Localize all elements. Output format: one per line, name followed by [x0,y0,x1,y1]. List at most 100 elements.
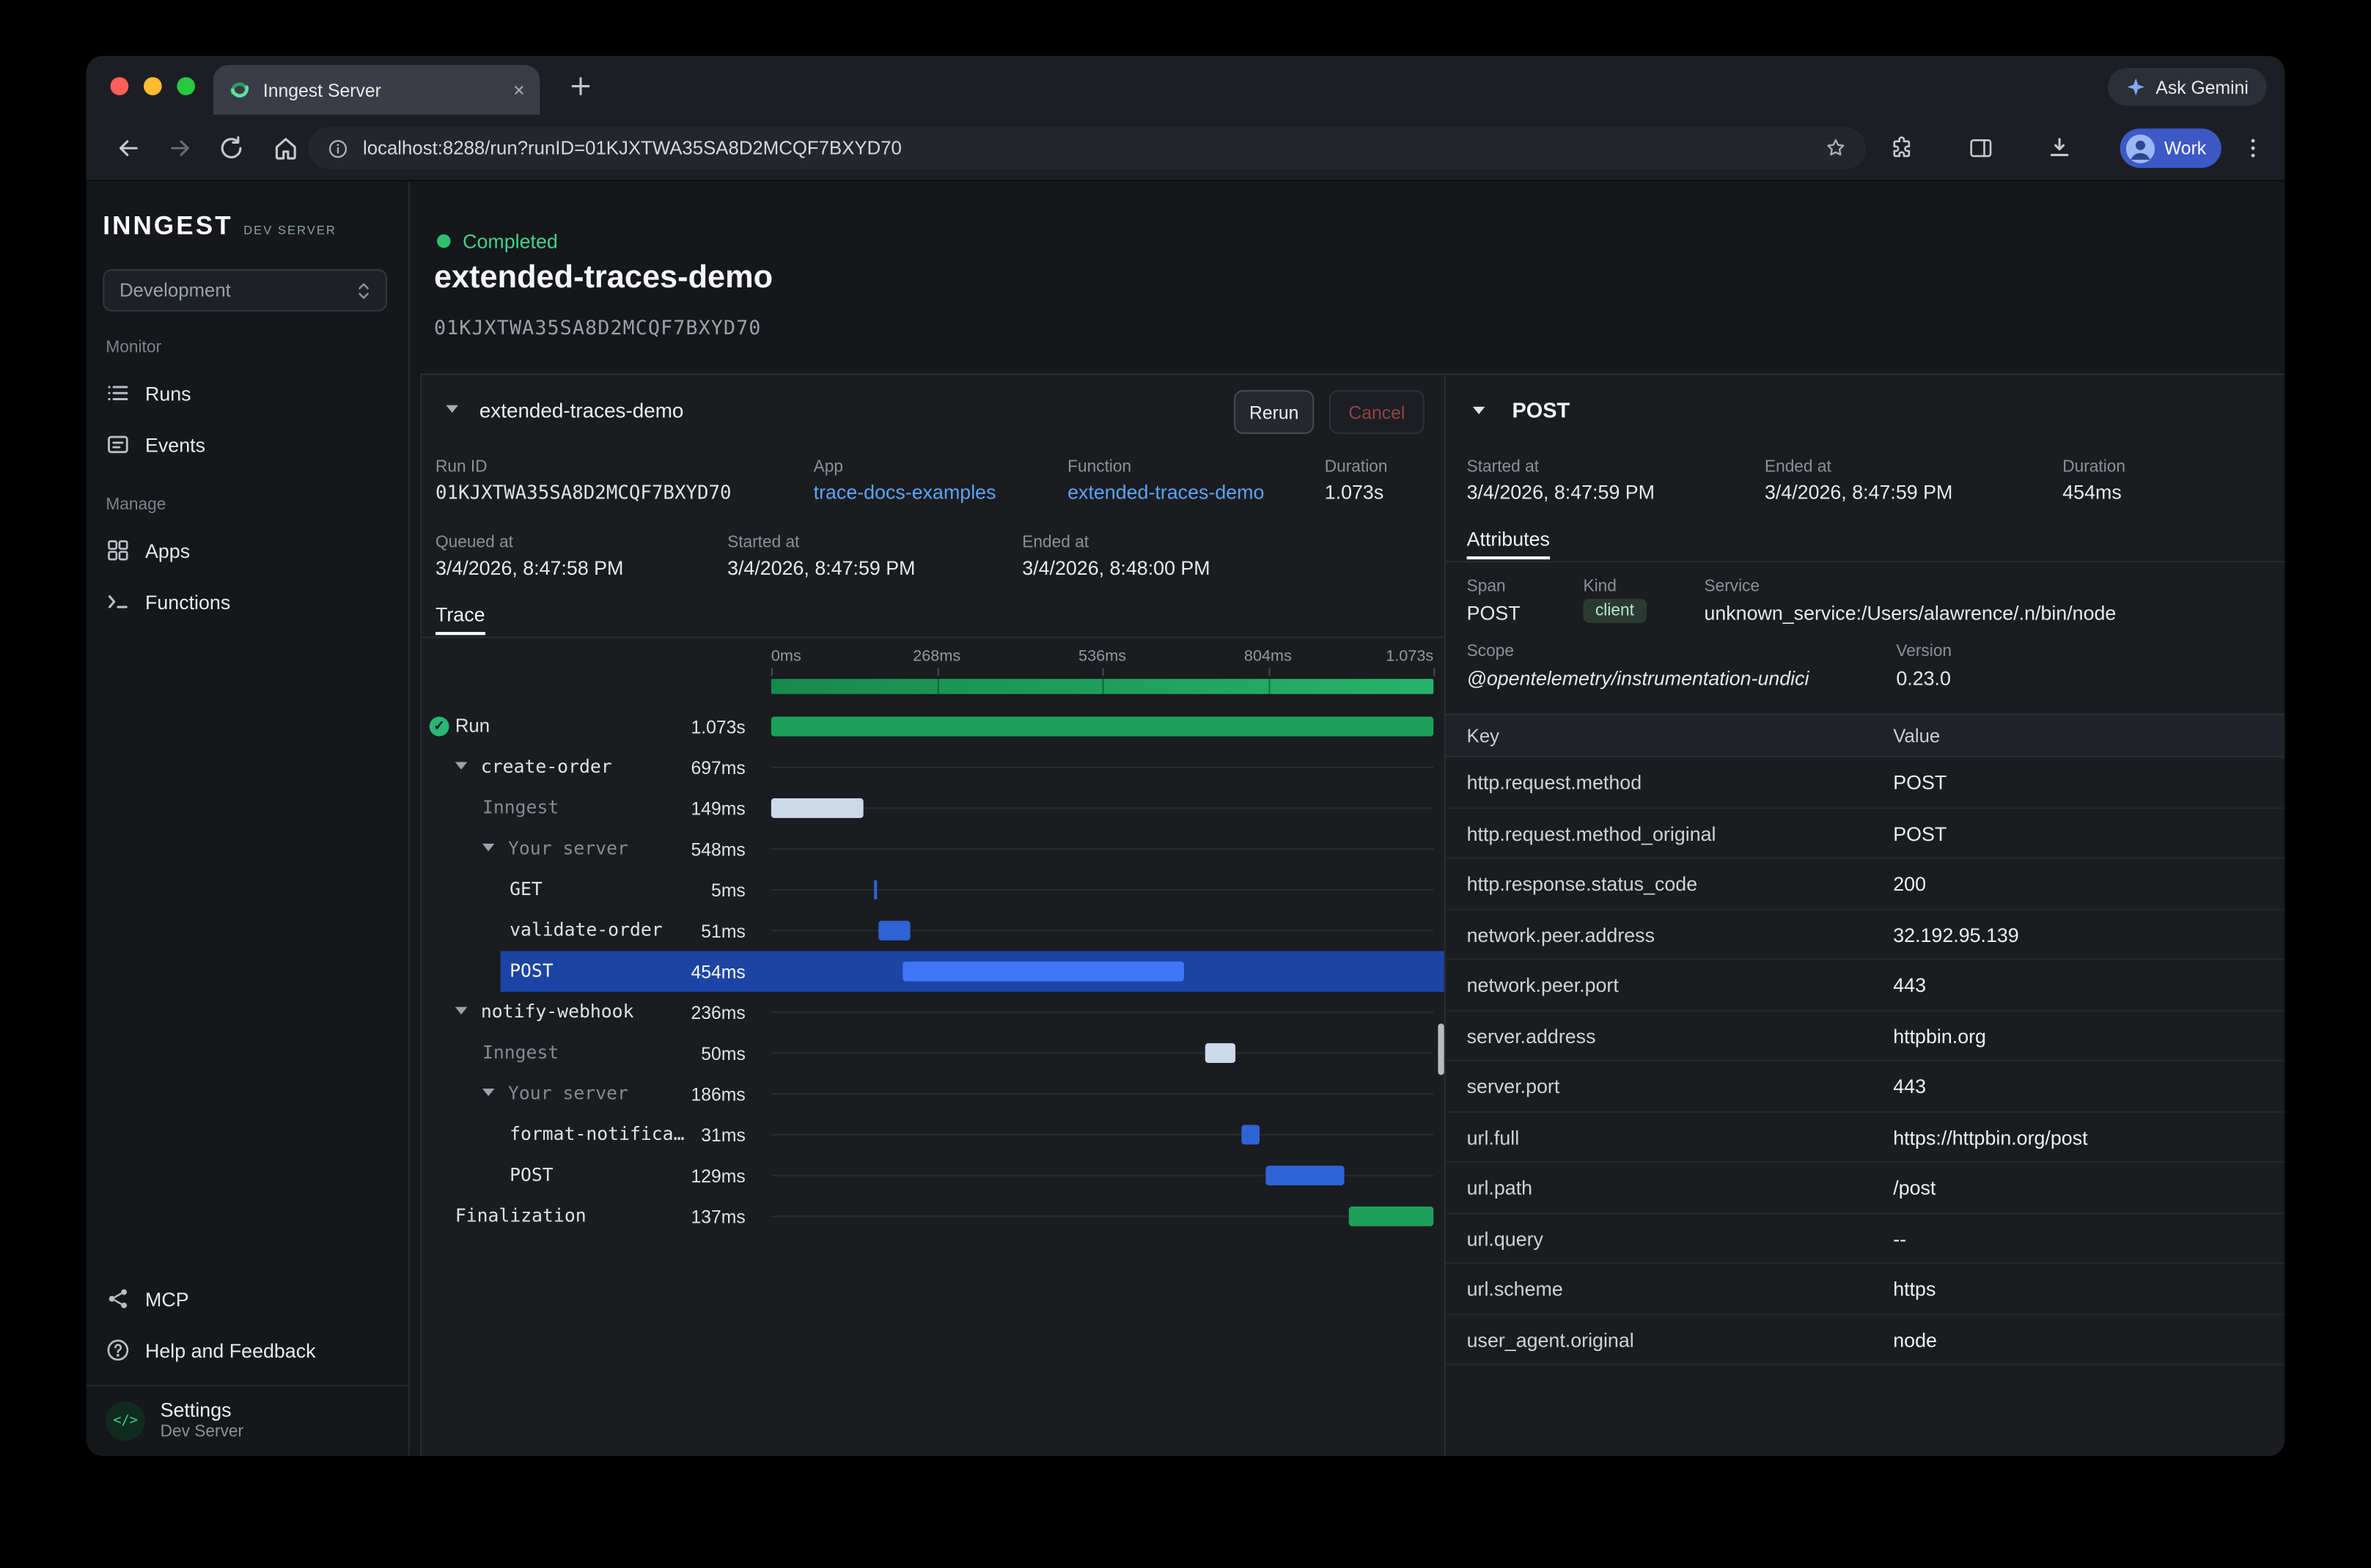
scrollbar-thumb[interactable] [1438,1023,1444,1075]
forward-button[interactable] [166,135,194,162]
key-header: Key [1467,726,1499,747]
home-button[interactable] [272,135,299,162]
new-tab-button[interactable] [567,73,594,100]
desktop: Inngest Server × Ask Gemini [0,0,2371,1568]
zoom-window-button[interactable] [177,77,195,95]
attribute-row: url.schemehttps [1446,1264,2285,1314]
mcp-icon [106,1287,130,1311]
tab-close-icon[interactable]: × [513,80,525,100]
sidebar-item-mcp[interactable]: MCP [92,1278,402,1320]
trace-span-bar[interactable] [903,962,1183,982]
back-button[interactable] [115,135,142,162]
runs-icon [106,381,130,405]
bookmark-star-icon[interactable] [1823,136,1848,161]
attribute-value: 443 [1893,973,1926,996]
queued-at-label: Queued at [435,534,513,552]
site-info-icon[interactable] [327,137,350,160]
chevron-down-icon[interactable] [455,1007,468,1015]
trace-span-bar[interactable] [771,717,1433,737]
close-window-button[interactable] [111,77,129,95]
started-at-label: Started at [727,534,799,552]
trace-span-bar[interactable] [771,798,863,818]
attribute-value: httpbin.org [1893,1024,1986,1047]
trace-row-post[interactable]: POST454ms [422,951,1444,992]
trace-row-notify-webhook[interactable]: notify-webhook236ms [422,992,1444,1033]
trace-row-post[interactable]: POST129ms [422,1155,1444,1196]
attribute-key: network.peer.port [1467,973,1619,996]
sidebar-item-help-and-feedback[interactable]: Help and Feedback [92,1329,402,1372]
span-started-label: Started at [1467,458,1539,476]
cancel-button[interactable]: Cancel [1329,390,1425,434]
timeline-tick-label: 1.073s [1386,647,1433,666]
kind-label: Kind [1583,578,1616,596]
trace-span-bar[interactable] [1241,1125,1260,1145]
side-panel-icon[interactable] [1967,135,1994,162]
sidebar-item-label: Runs [145,382,191,405]
ended-at-value: 3/4/2026, 8:48:00 PM [1022,556,1210,579]
span-duration: 149ms [625,798,746,820]
chevron-down-icon[interactable] [482,1089,495,1096]
browser-menu-icon[interactable] [2240,135,2267,162]
browser-tab[interactable]: Inngest Server × [213,65,540,115]
trace-row-inngest[interactable]: Inngest149ms [422,788,1444,829]
profile-button[interactable]: Work [2120,128,2221,168]
app-link[interactable]: trace-docs-examples [814,481,996,504]
rerun-button[interactable]: Rerun [1234,390,1314,434]
trace-row-your-server[interactable]: Your server548ms [422,828,1444,869]
environment-select[interactable]: Development [103,269,387,312]
minimize-window-button[interactable] [144,77,162,95]
trace-span-bar[interactable] [1349,1207,1433,1226]
dev-server-badge: DEV SERVER [243,224,337,238]
trace-row-create-order[interactable]: create-order697ms [422,747,1444,788]
function-link[interactable]: extended-traces-demo [1067,481,1264,504]
trace-span-bar[interactable] [878,921,910,941]
span-name: notify-webhook [481,1001,634,1022]
url-text: localhost:8288/run?runID=01KJXTWA35SA8D2… [363,138,1810,159]
trace-span-bar[interactable] [1205,1043,1235,1063]
trace-row-validate-order[interactable]: validate-order51ms [422,910,1444,952]
trace-row-finalization[interactable]: Finalization137ms [422,1196,1444,1237]
attribute-row: http.request.methodPOST [1446,757,2285,808]
sidebar-item-runs[interactable]: Runs [92,372,402,414]
span-label: Span [1467,578,1506,596]
span-duration: 236ms [625,1002,746,1023]
attributes-table-body: http.request.methodPOSThttp.request.meth… [1446,757,2285,1365]
trace-span-bar[interactable] [874,880,877,899]
attribute-key: url.path [1467,1177,1532,1199]
reload-button[interactable] [218,135,245,162]
trace-row-format-notifica[interactable]: format-notifica…31ms [422,1114,1444,1155]
trace-span-bar[interactable] [1265,1166,1345,1185]
tab-trace[interactable]: Trace [435,603,485,635]
trace-rows: ✓Run1.073screate-order697msInngest149msY… [422,706,1444,1237]
trace-row-run[interactable]: ✓Run1.073s [422,706,1444,747]
sidebar-item-functions[interactable]: Functions [92,581,402,623]
duration-label: Duration [1325,458,1388,476]
downloads-icon[interactable] [2046,135,2073,162]
tab-attributes[interactable]: Attributes [1467,528,1550,559]
span-ended-label: Ended at [1765,458,1831,476]
trace-row-get[interactable]: GET5ms [422,869,1444,910]
span-name: POST [510,960,554,982]
attribute-row: server.port443 [1446,1061,2285,1112]
chevron-down-icon[interactable] [482,844,495,851]
collapse-details-icon[interactable] [1473,407,1485,414]
value-header: Value [1893,726,1940,747]
ended-at-label: Ended at [1022,534,1089,552]
gemini-sparkle-icon [2125,77,2145,97]
timeline-tick-mark [771,669,773,676]
collapse-trace-icon[interactable] [446,405,458,413]
chevron-down-icon[interactable] [455,762,468,770]
ask-gemini-button[interactable]: Ask Gemini [2107,68,2266,106]
trace-row-inngest[interactable]: Inngest50ms [422,1033,1444,1074]
events-icon [106,433,130,457]
extensions-icon[interactable] [1889,135,1916,162]
attribute-key: server.address [1467,1024,1596,1047]
run-id-label: Run ID [435,458,488,476]
sidebar-settings[interactable]: </> Settings Dev Server [87,1385,408,1456]
sidebar-footer: MCP Help and Feedback [92,1278,402,1380]
address-bar[interactable]: localhost:8288/run?runID=01KJXTWA35SA8D2… [309,127,1866,169]
trace-row-your-server[interactable]: Your server186ms [422,1073,1444,1114]
sidebar-item-apps[interactable]: Apps [92,529,402,572]
attribute-key: http.request.method [1467,771,1642,794]
sidebar-item-events[interactable]: Events [92,424,402,466]
